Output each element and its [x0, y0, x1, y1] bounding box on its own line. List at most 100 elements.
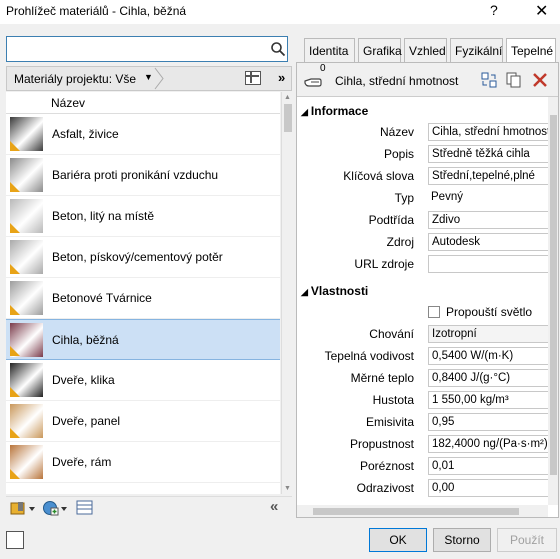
replace-asset-icon[interactable] — [481, 72, 497, 88]
light-transmit-checkbox[interactable] — [428, 306, 440, 318]
light-transmit-option[interactable]: Propouští světlo — [428, 305, 532, 319]
duplicate-asset-icon[interactable] — [506, 72, 522, 88]
tab-tepelne[interactable]: Tepelné — [506, 38, 556, 63]
label-merne-teplo: Měrné teplo — [350, 371, 414, 385]
field-popis[interactable]: Středně těžká cihla — [428, 145, 550, 163]
scroll-down-icon[interactable]: ▼ — [284, 485, 291, 492]
material-badge-icon — [10, 387, 20, 397]
field-poreznost[interactable]: 0,01 — [428, 457, 550, 475]
close-button[interactable]: ✕ — [535, 1, 548, 21]
asset-header: 0 Cihla, střední hmotnost — [297, 63, 558, 97]
chevron-right-icon — [154, 67, 164, 90]
scroll-thumb[interactable] — [550, 115, 557, 475]
list-item[interactable]: Asfalt, živice — [6, 114, 280, 155]
list-item[interactable]: Bariéra proti pronikání vzduchu — [6, 155, 280, 196]
label-url-zdroje: URL zdroje — [354, 257, 414, 271]
label-popis: Popis — [383, 147, 414, 161]
field-tepelna-vodivost[interactable]: 0,5400 W/(m·K) — [428, 347, 550, 365]
scroll-thumb[interactable] — [313, 508, 519, 515]
label-poreznost: Poréznost — [359, 459, 414, 473]
list-item[interactable]: Cihla, běžná — [6, 319, 280, 360]
list-item[interactable]: Betonové Tvárnice — [6, 278, 280, 319]
collapse-button[interactable]: « — [270, 498, 278, 515]
filter-dropdown[interactable]: Materiály projektu: Vše — [14, 72, 136, 86]
field-typ: Pevný — [431, 191, 463, 203]
field-propustnost[interactable]: 182,4000 ng/(Pa·s·m²) — [428, 435, 550, 453]
label-propustnost: Propustnost — [349, 437, 414, 451]
list-header: Název — [6, 92, 280, 114]
light-transmit-label: Propouští světlo — [446, 305, 533, 319]
scroll-thumb[interactable] — [284, 104, 292, 132]
label-zdroj: Zdroj — [386, 235, 414, 249]
material-name: Dveře, rám — [52, 455, 112, 469]
properties-scrollbar[interactable] — [548, 97, 558, 505]
delete-asset-icon[interactable] — [532, 72, 548, 88]
usage-count: 0 — [320, 63, 326, 74]
material-name: Betonové Tvárnice — [52, 291, 152, 305]
field-klicova-slova[interactable]: Střední,tepelné,plné — [428, 167, 550, 185]
field-hustota[interactable]: 1 550,00 kg/m³ — [428, 391, 550, 409]
section-title-informace: Informace — [310, 104, 369, 118]
tab-vzhled[interactable]: Vzhled — [404, 38, 447, 62]
cancel-button[interactable]: Storno — [433, 528, 491, 552]
list-item[interactable]: Dveře, klika — [6, 360, 280, 401]
label-nazev: Název — [379, 125, 414, 139]
material-badge-icon — [10, 469, 20, 479]
expand-button[interactable]: » — [278, 70, 285, 85]
apply-button[interactable]: Použít — [497, 528, 557, 552]
section-title-vlastnosti: Vlastnosti — [310, 284, 369, 298]
search-icon[interactable] — [270, 41, 286, 57]
library-toolbar: « — [6, 496, 292, 518]
tab-grafika[interactable]: Grafika — [358, 38, 402, 62]
list-item[interactable]: Beton, pískový/cementový potěr — [6, 237, 280, 278]
options-icon[interactable] — [6, 531, 24, 549]
properties-hscrollbar[interactable] — [297, 505, 548, 517]
material-name: Cihla, běžná — [52, 333, 119, 347]
field-merne-teplo[interactable]: 0,8400 J/(g·°C) — [428, 369, 550, 387]
label-chovani: Chování — [369, 327, 414, 341]
field-podtrida[interactable]: Zdivo — [428, 211, 550, 229]
label-klicova-slova: Klíčová slova — [343, 169, 414, 183]
list-item[interactable]: Dveře, rám — [6, 442, 280, 483]
section-informace[interactable]: ◢ Informace — [301, 104, 368, 118]
label-odrazivost: Odrazivost — [356, 481, 414, 495]
property-tabs: Identita Grafika Vzhled Fyzikální Tepeln… — [304, 38, 556, 63]
add-material-icon[interactable] — [42, 500, 68, 516]
scroll-up-icon[interactable]: ▲ — [284, 94, 291, 101]
field-zdroj[interactable]: Autodesk — [428, 233, 550, 251]
section-vlastnosti[interactable]: ◢ Vlastnosti — [301, 284, 368, 298]
help-button[interactable]: ? — [490, 2, 498, 18]
material-badge-icon — [10, 346, 20, 356]
list-item[interactable]: Dveře, panel — [6, 401, 280, 442]
tab-identita[interactable]: Identita — [304, 38, 355, 62]
list-item[interactable]: Beton, litý na místě — [6, 196, 280, 237]
material-name: Asfalt, živice — [52, 127, 119, 141]
filter-bar: Materiály projektu: Vše ▼ » — [6, 66, 292, 91]
label-tepelna-vodivost: Tepelná vodivost — [324, 349, 414, 363]
field-chovani[interactable]: Izotropní — [428, 325, 550, 343]
field-emisivita[interactable]: 0,95 — [428, 413, 550, 431]
column-header-name[interactable]: Název — [51, 96, 85, 110]
ok-button[interactable]: OK — [369, 528, 427, 552]
search-input[interactable] — [6, 36, 288, 62]
field-url-zdroje[interactable] — [428, 255, 550, 273]
collapse-triangle-icon[interactable]: ◢ — [301, 107, 308, 117]
material-badge-icon — [10, 223, 20, 233]
material-name: Beton, pískový/cementový potěr — [52, 250, 223, 264]
field-odrazivost[interactable]: 0,00 — [428, 479, 550, 497]
label-podtrida: Podtřída — [368, 213, 414, 227]
asset-browser-icon[interactable] — [76, 500, 94, 516]
list-scrollbar[interactable]: ▲ ▼ — [281, 92, 293, 494]
tab-fyzikalni[interactable]: Fyzikální — [450, 38, 503, 62]
material-list: Název Asfalt, živice Bariéra proti pronik… — [6, 92, 280, 494]
window-title: Prohlížeč materiálů - Cihla, běžná — [6, 4, 187, 18]
panel-toggle-icon[interactable] — [245, 71, 261, 85]
field-nazev[interactable]: Cihla, střední hmotnost — [428, 123, 550, 141]
collapse-triangle-icon[interactable]: ◢ — [301, 287, 308, 297]
material-badge-icon — [10, 264, 20, 274]
material-badge-icon — [10, 141, 20, 151]
label-emisivita: Emisivita — [365, 415, 414, 429]
material-name: Dveře, panel — [52, 414, 121, 428]
material-name: Bariéra proti pronikání vzduchu — [52, 168, 219, 182]
library-icon[interactable] — [10, 500, 36, 516]
